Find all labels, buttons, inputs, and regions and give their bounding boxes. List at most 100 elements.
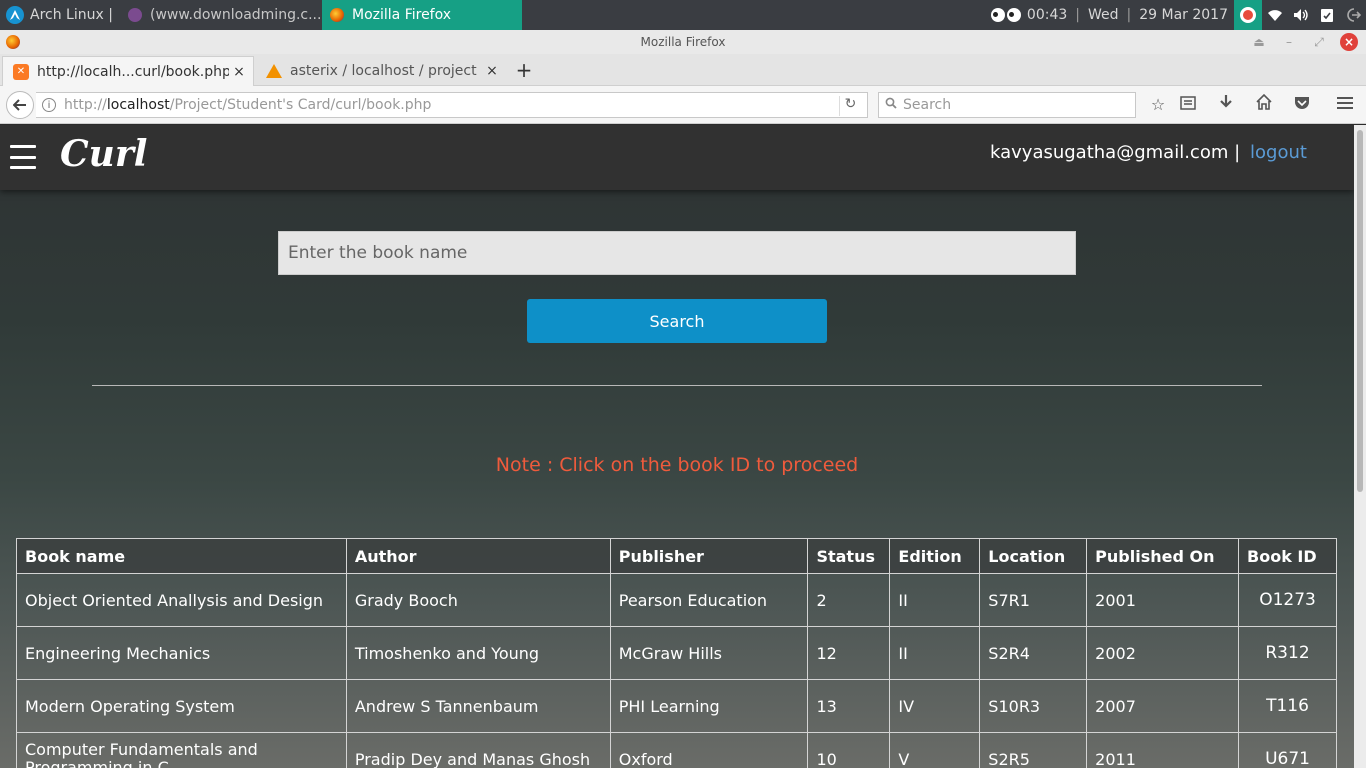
taskbar-item-download[interactable]: (www.downloadming.c... [116,0,322,30]
date: 29 Mar 2017 [1139,7,1228,23]
author-cell: Timoshenko and Young [345,626,611,680]
app-icon [128,8,142,22]
logout-link[interactable]: logout [1250,142,1307,163]
book-name-cell: Engineering Mechanics [16,626,347,680]
tab-label: http://localh...curl/book.php [37,63,229,80]
column-header: Edition [889,538,981,574]
column-header: Location [979,538,1088,574]
reload-icon[interactable]: ↻ [839,96,861,116]
column-header: Publisher [609,538,809,574]
publisher-cell: McGraw Hills [609,626,809,680]
status-cell: 2 [807,573,891,627]
maximize-icon[interactable]: ⤢ [1310,33,1328,51]
status-cell: 13 [807,679,891,733]
column-header: Published On [1086,538,1240,574]
book-id-link[interactable]: T116 [1238,679,1337,733]
published-on-cell: 2007 [1086,679,1240,733]
back-button[interactable] [6,91,34,119]
taskbar-item-firefox[interactable]: Mozilla Firefox [322,0,522,30]
hamburger-menu-icon[interactable] [10,145,36,169]
system-tray: 00:43 | Wed | 29 Mar 2017 [989,0,1366,30]
edition-cell: IV [889,679,981,733]
shade-icon[interactable]: ⏏ [1250,33,1268,51]
author-cell: Pradip Dey and Manas Ghosh [345,732,611,768]
divider [92,385,1262,386]
volume-icon[interactable] [1288,0,1314,30]
logout-icon[interactable] [1340,0,1366,30]
publisher-cell: Oxford [609,732,809,768]
publisher-cell: Pearson Education [609,573,809,627]
location-cell: S10R3 [979,679,1088,733]
book-id-link[interactable]: U671 [1238,732,1337,768]
note-text: Note : Click on the book ID to proceed [495,454,859,476]
user-email: kavyasugatha@gmail.com | [990,142,1241,163]
tab-label: asterix / localhost / project ... [290,63,482,79]
edition-cell: II [889,626,981,680]
published-on-cell: 2011 [1086,732,1240,768]
pocket-icon[interactable] [1291,94,1313,116]
taskbar-item-arch[interactable]: Arch Linux | [0,0,116,30]
table-row: Engineering Mechanics Timoshenko and You… [16,626,1337,680]
scrollbar-thumb[interactable] [1357,130,1363,492]
menu-icon[interactable] [1334,94,1356,116]
book-id-link[interactable]: O1273 [1238,573,1337,627]
tab-book-php[interactable]: ✕ http://localh...curl/book.php × [2,56,254,86]
books-table: Book name Author Publisher Status Editio… [16,538,1337,768]
status-cell: 12 [807,626,891,680]
os-top-panel: Arch Linux | (www.downloadming.c... Mozi… [0,0,1366,30]
tab-phpmyadmin[interactable]: asterix / localhost / project ... × [256,56,506,86]
url-bar[interactable]: i http:// localhost /Project/Student's C… [36,92,868,118]
download-icon[interactable] [1215,94,1237,116]
record-icon[interactable] [1234,0,1262,30]
close-tab-icon[interactable]: × [482,63,502,79]
home-icon[interactable] [1253,93,1275,116]
edition-cell: II [889,573,981,627]
published-on-cell: 2002 [1086,626,1240,680]
url-scheme: http:// [64,97,107,113]
phpmyadmin-icon [266,64,282,78]
search-icon [885,97,897,113]
brand-logo[interactable]: Curl [60,133,147,175]
status-cell: 10 [807,732,891,768]
clock[interactable]: 00:43 [1027,7,1067,23]
wifi-icon[interactable] [1262,0,1288,30]
reading-list-icon[interactable] [1177,94,1199,116]
close-icon[interactable]: × [1340,33,1358,51]
back-arrow-icon [13,99,26,111]
day: Wed [1087,7,1119,23]
edition-cell: V [889,732,981,768]
close-tab-icon[interactable]: × [229,64,249,80]
book-id-link[interactable]: R312 [1238,626,1337,680]
search-bar[interactable]: Search [878,92,1136,118]
location-cell: S2R4 [979,626,1088,680]
taskbar-label: Arch Linux | [30,7,113,23]
window-titlebar[interactable]: Mozilla Firefox ⏏ – ⤢ × [0,30,1366,54]
book-name-input[interactable] [278,231,1076,275]
location-cell: S7R1 [979,573,1088,627]
table-header-row: Book name Author Publisher Status Editio… [16,538,1337,574]
web-page: Curl kavyasugatha@gmail.com | logout Sea… [0,125,1354,768]
author-cell: Grady Booch [345,573,611,627]
column-header: Author [345,538,611,574]
app-header: Curl kavyasugatha@gmail.com | logout [0,125,1354,190]
author-cell: Andrew S Tannenbaum [345,679,611,733]
window-title: Mozilla Firefox [640,35,726,49]
search-placeholder: Search [903,97,952,113]
column-header: Status [807,538,891,574]
info-icon[interactable]: i [42,98,56,112]
url-host: localhost [106,97,170,113]
taskbar-label: (www.downloadming.c... [150,7,322,23]
url-path: /Project/Student's Card/curl/book.php [169,97,432,113]
search-button[interactable]: Search [527,299,827,343]
column-header: Book ID [1238,538,1337,574]
clipboard-icon[interactable] [1314,0,1340,30]
minimize-icon[interactable]: – [1280,33,1298,51]
published-on-cell: 2001 [1086,573,1240,627]
bookmark-star-icon[interactable]: ☆ [1147,94,1169,116]
column-header: Book name [16,538,347,574]
publisher-cell: PHI Learning [609,679,809,733]
taskbar-label: Mozilla Firefox [352,7,452,23]
firefox-icon [330,8,344,22]
new-tab-button[interactable]: + [510,56,538,86]
table-row: Computer Fundamentals and Programming in… [16,732,1337,768]
